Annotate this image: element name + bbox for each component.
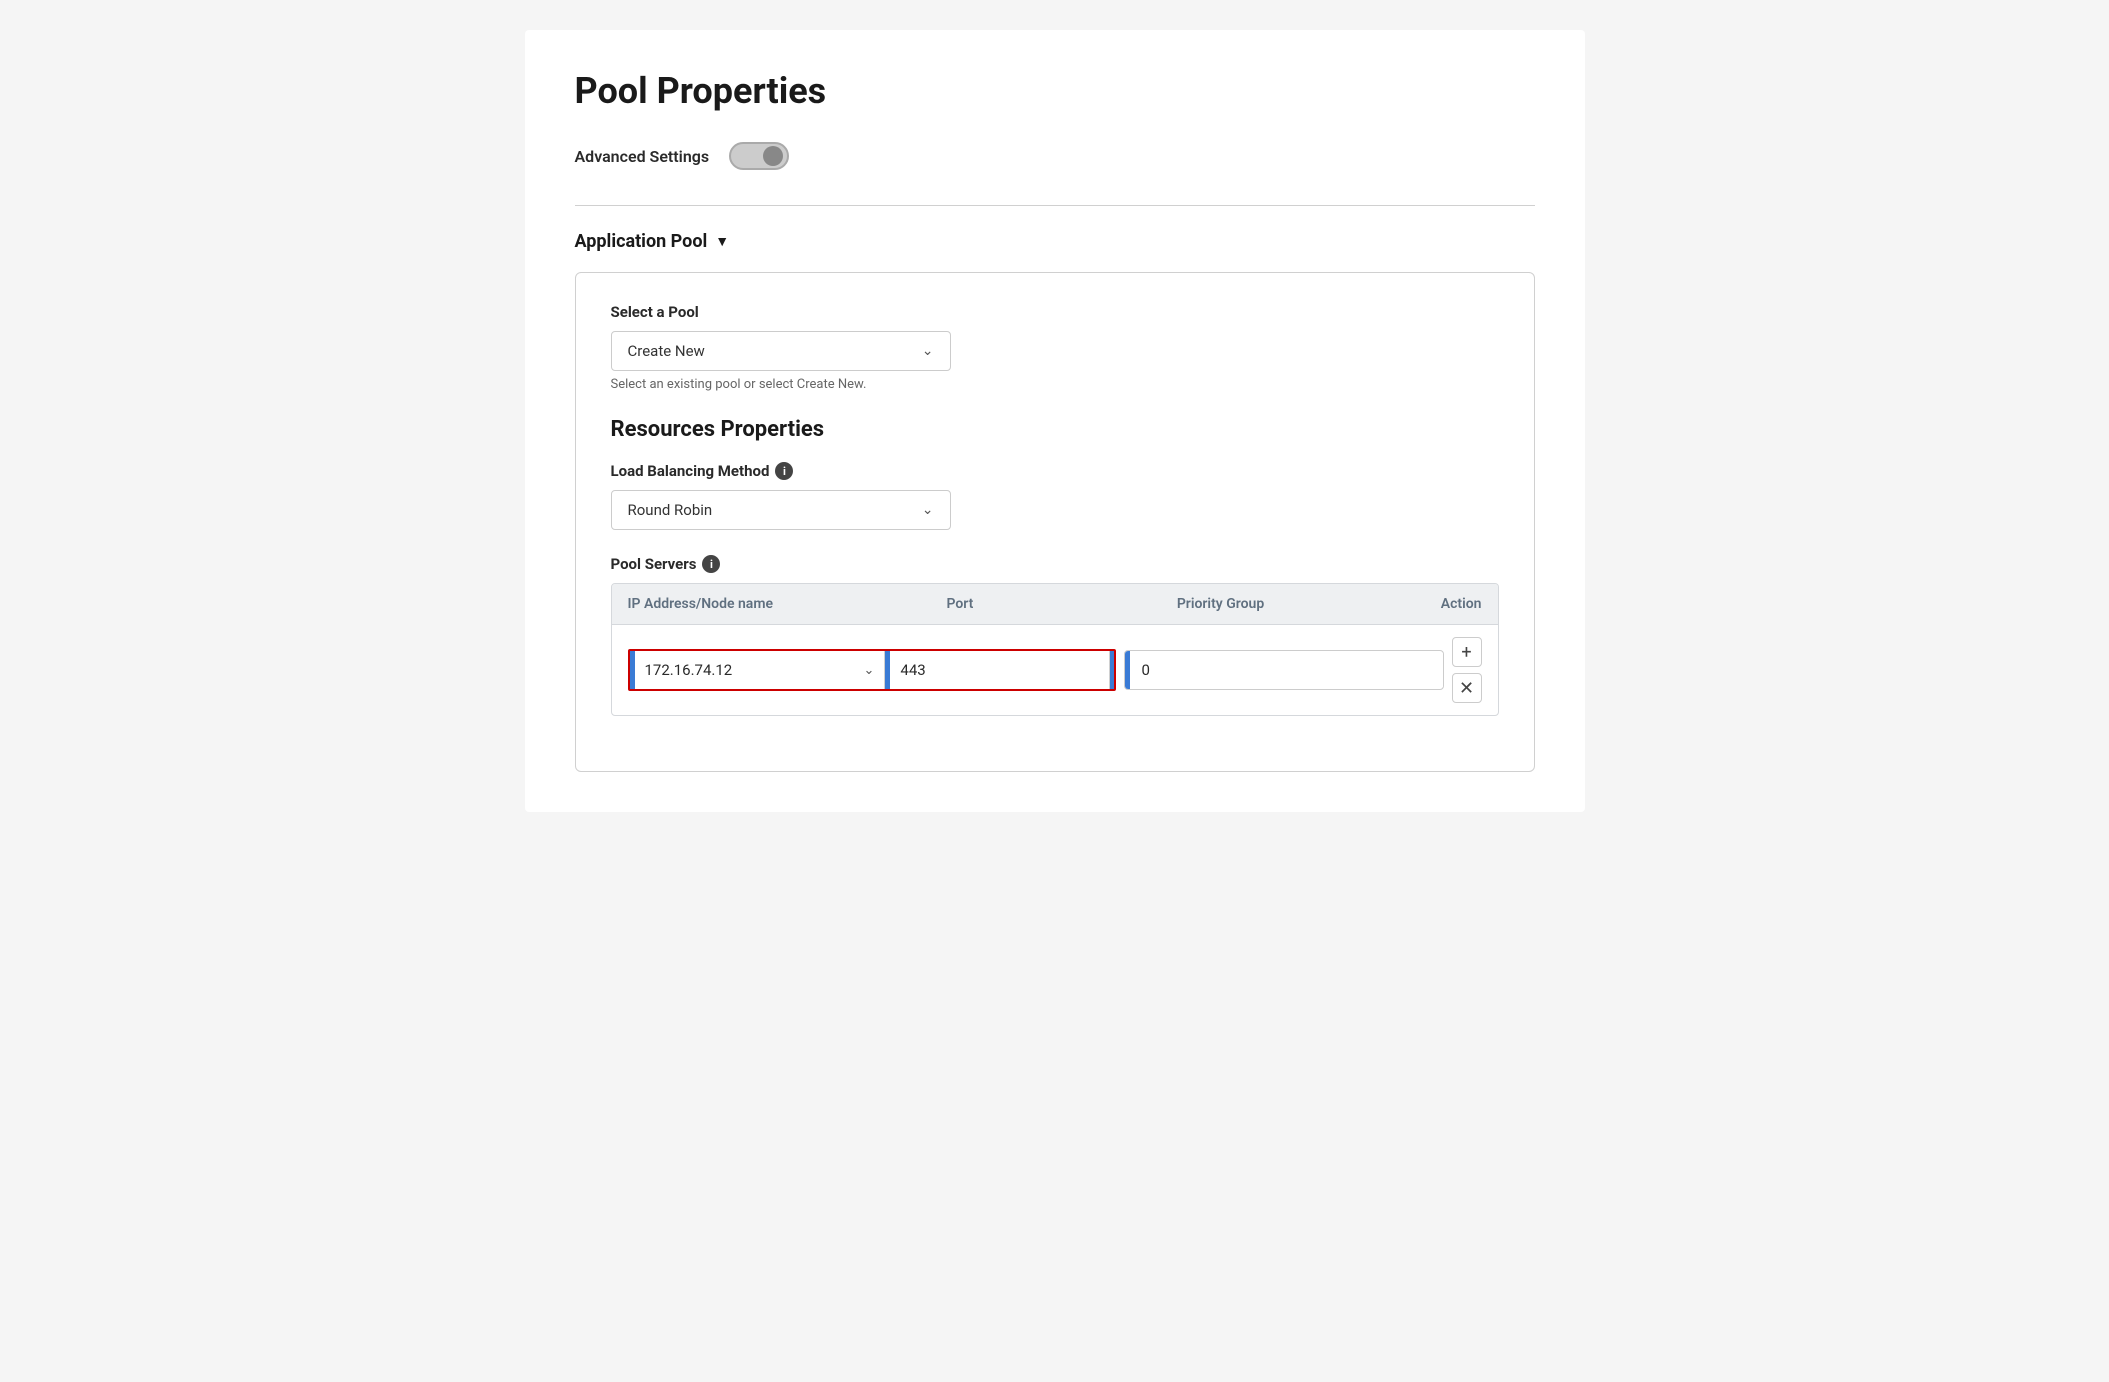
pool-servers-label: Pool Servers i	[611, 555, 1499, 573]
advanced-settings-toggle[interactable]	[729, 142, 789, 170]
load-balancing-group: Load Balancing Method i Round Robin ⌄	[611, 462, 1499, 530]
column-header-port: Port	[930, 584, 1160, 624]
advanced-settings-row: Advanced Settings	[575, 142, 1535, 170]
protocol-cell: HTTPS ⌄	[1110, 651, 1115, 689]
advanced-settings-label: Advanced Settings	[575, 147, 710, 166]
page-title: Pool Properties	[575, 70, 1535, 112]
application-pool-title: Application Pool	[575, 231, 708, 252]
add-server-button[interactable]: +	[1452, 637, 1482, 667]
select-pool-hint: Select an existing pool or select Create…	[611, 377, 1499, 392]
load-balancing-info-icon[interactable]: i	[775, 462, 793, 480]
column-header-ip: IP Address/Node name	[612, 584, 931, 624]
resources-properties-title: Resources Properties	[611, 417, 1499, 442]
chevron-down-icon: ⌄	[922, 343, 934, 359]
pool-servers-table: IP Address/Node name Port Priority Group…	[611, 583, 1499, 716]
server-row-highlighted: ⌄ HTTPS ⌄	[628, 649, 1116, 691]
chevron-down-icon: ⌄	[922, 502, 934, 518]
pool-servers-group: Pool Servers i IP Address/Node name Port…	[611, 555, 1499, 716]
select-pool-dropdown[interactable]: Create New ⌄	[611, 331, 951, 371]
priority-group-input[interactable]	[1130, 653, 1443, 687]
protocol-blue-bar	[1110, 651, 1115, 689]
table-header: IP Address/Node name Port Priority Group…	[612, 584, 1498, 625]
select-pool-group: Select a Pool Create New ⌄ Select an exi…	[611, 303, 1499, 392]
table-body: ⌄ HTTPS ⌄	[612, 625, 1498, 715]
column-header-priority: Priority Group	[1161, 584, 1418, 624]
load-balancing-value: Round Robin	[628, 501, 713, 519]
table-row: ⌄ HTTPS ⌄	[628, 637, 1482, 703]
select-pool-label: Select a Pool	[611, 303, 1499, 321]
priority-cell	[1124, 650, 1444, 690]
load-balancing-label: Load Balancing Method i	[611, 462, 1499, 480]
ip-address-input[interactable]	[635, 653, 854, 687]
page-container: Pool Properties Advanced Settings Applic…	[525, 30, 1585, 812]
port-cell	[885, 651, 1110, 689]
action-buttons: + ✕	[1452, 637, 1482, 703]
remove-server-button[interactable]: ✕	[1452, 673, 1482, 703]
pool-servers-info-icon[interactable]: i	[702, 555, 720, 573]
application-pool-arrow: ▼	[715, 233, 729, 250]
section-divider	[575, 205, 1535, 206]
ip-cell: ⌄	[630, 651, 886, 689]
pool-card: Select a Pool Create New ⌄ Select an exi…	[575, 272, 1535, 772]
port-input[interactable]	[890, 653, 1109, 687]
select-pool-value: Create New	[628, 342, 705, 360]
application-pool-section-header: Application Pool ▼	[575, 231, 1535, 252]
load-balancing-dropdown[interactable]: Round Robin ⌄	[611, 490, 951, 530]
column-header-action: Action	[1418, 584, 1498, 624]
ip-chevron-icon[interactable]: ⌄	[854, 663, 885, 678]
